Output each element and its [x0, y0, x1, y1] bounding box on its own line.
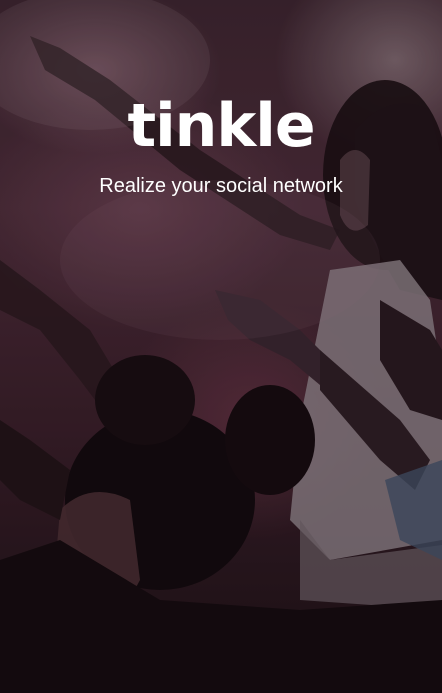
splash-screen: tinkle Realize your social network	[0, 0, 442, 693]
app-logo: tinkle	[127, 91, 315, 161]
app-tagline: Realize your social network	[99, 175, 343, 197]
